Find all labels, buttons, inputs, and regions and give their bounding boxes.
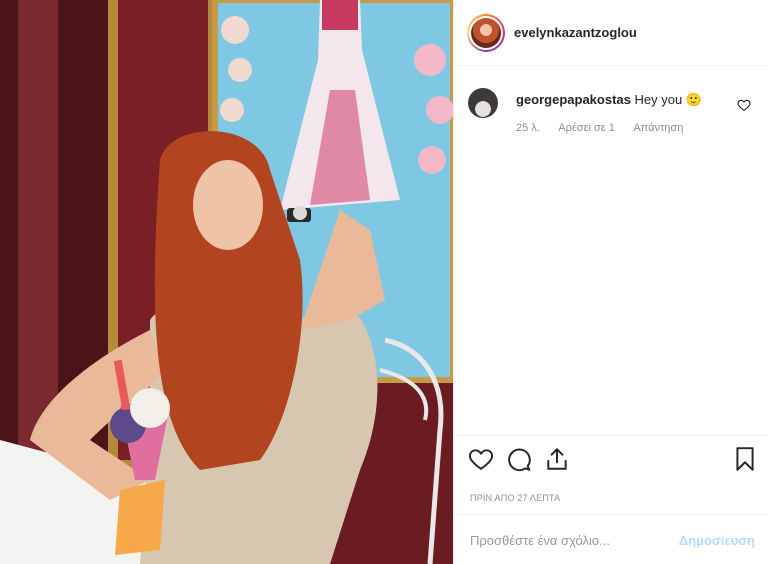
comment-item: georgepapakostas Hey you 🙂 25 λ. Αρέσει … xyxy=(468,88,758,144)
post-header: evelynkazantzoglou xyxy=(454,0,768,66)
post-timestamp[interactable]: ΠΡΙΝ ΑΠΟ 27 ΛΕΠΤΑ xyxy=(470,493,560,503)
share-icon[interactable] xyxy=(544,446,570,472)
post-side-panel: evelynkazantzoglou georgepapakostas Hey … xyxy=(453,0,768,564)
comment-input[interactable]: Προσθέστε ένα σχόλιο... xyxy=(470,533,610,548)
post-actions-bar xyxy=(454,435,768,482)
heart-icon[interactable] xyxy=(468,446,494,472)
comment-like-heart-icon[interactable] xyxy=(737,98,751,112)
commenter-avatar[interactable] xyxy=(468,88,498,118)
author-avatar[interactable] xyxy=(467,14,505,52)
comment-body: Hey you 🙂 xyxy=(634,92,703,107)
add-comment-bar: Προσθέστε ένα σχόλιο... Δημοσίευση xyxy=(454,514,768,564)
commenter-username[interactable]: georgepapakostas xyxy=(516,92,631,107)
comment-meta: 25 λ. Αρέσει σε 1 Απάντηση xyxy=(516,122,699,134)
comment-bubble-icon[interactable] xyxy=(506,446,532,472)
comment-age: 25 λ. xyxy=(516,122,540,134)
post-comment-button[interactable]: Δημοσίευση xyxy=(679,533,755,548)
bookmark-icon[interactable] xyxy=(732,446,758,472)
post-photo[interactable] xyxy=(0,0,453,564)
post-image xyxy=(0,0,453,564)
comment-reply-button[interactable]: Απάντηση xyxy=(633,122,683,134)
comment-text-line: georgepapakostas Hey you 🙂 xyxy=(516,92,702,108)
author-username[interactable]: evelynkazantzoglou xyxy=(514,25,637,40)
comment-like-count[interactable]: Αρέσει σε 1 xyxy=(558,122,615,134)
